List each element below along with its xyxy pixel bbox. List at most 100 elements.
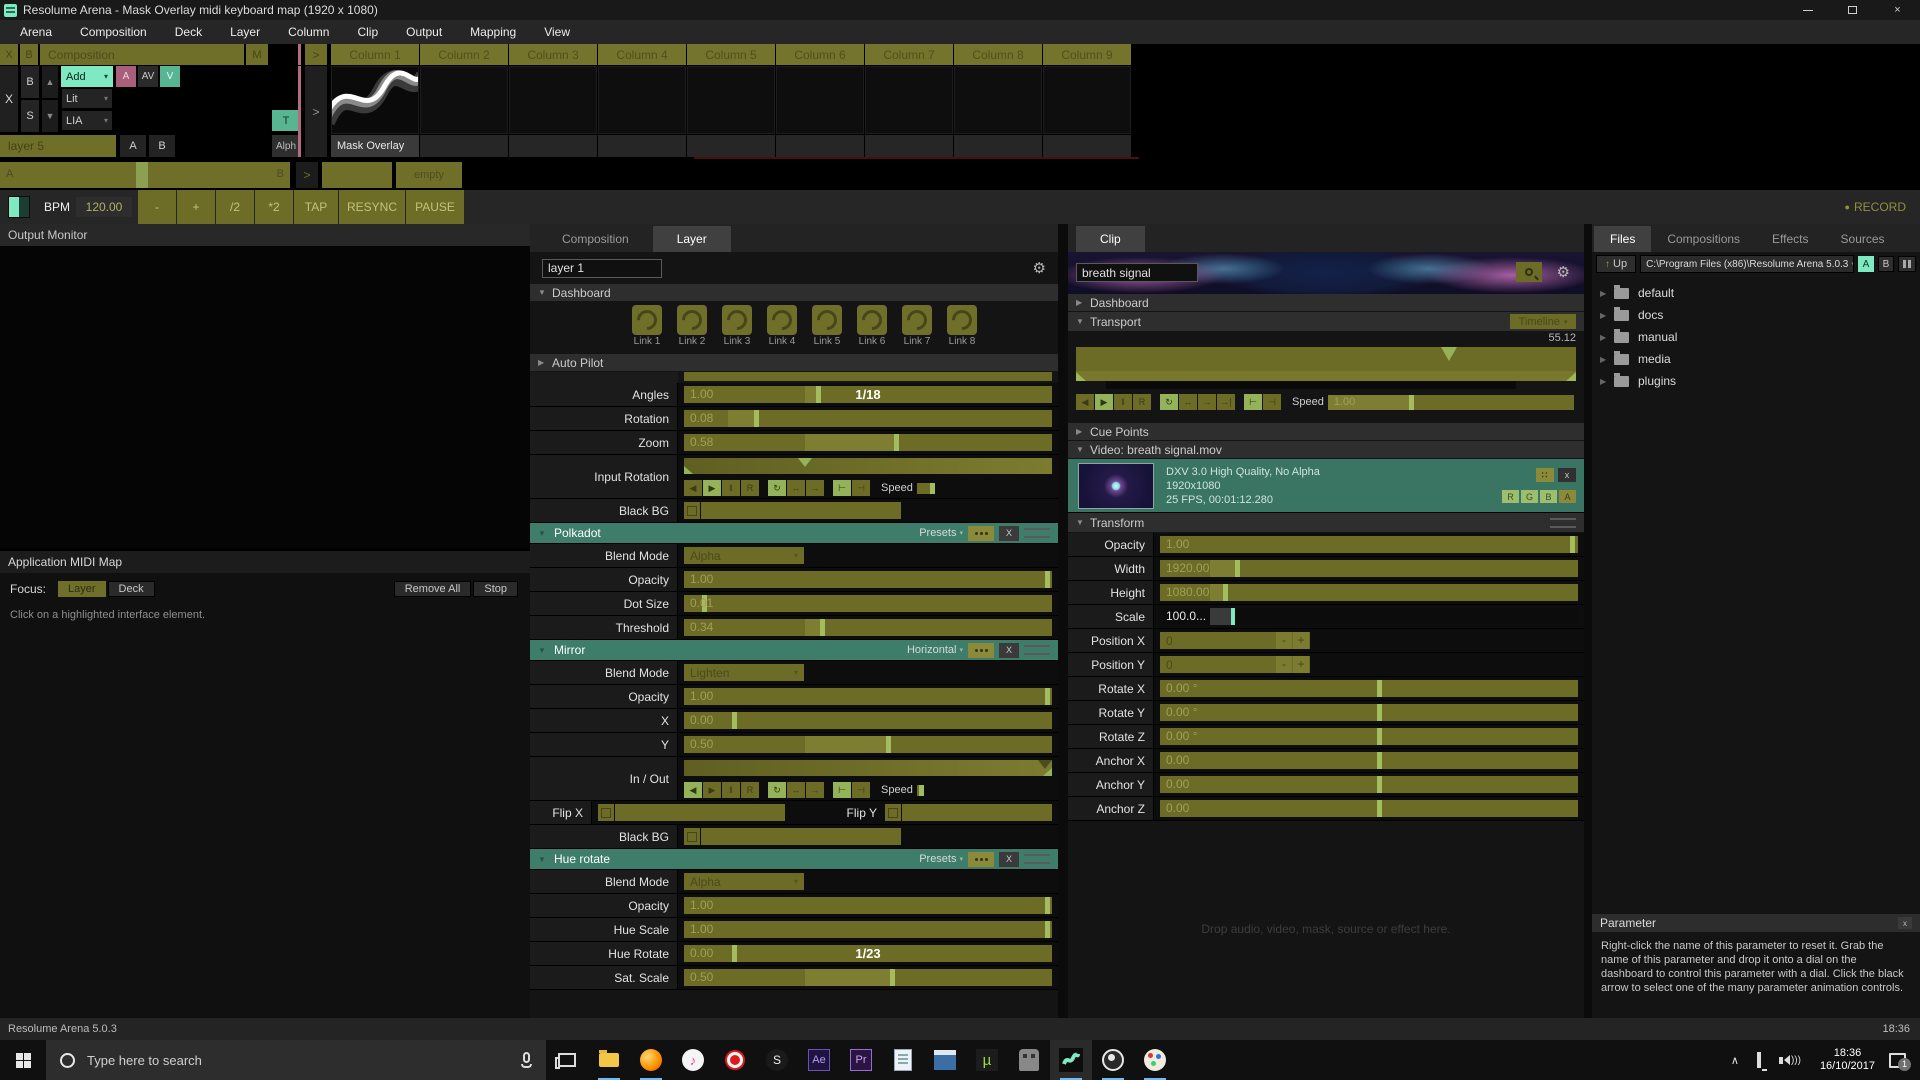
- chevron-right-icon[interactable]: ▶: [1600, 333, 1614, 342]
- column-header-4[interactable]: Column 4: [598, 44, 686, 65]
- close-button[interactable]: ×: [1875, 0, 1920, 20]
- loop-button[interactable]: ↻: [1160, 394, 1178, 410]
- tab-files[interactable]: Files: [1594, 226, 1651, 252]
- composition-b-button[interactable]: B: [20, 44, 38, 65]
- flip-x-checkbox[interactable]: [598, 804, 614, 821]
- presets-dropdown[interactable]: Presets▾: [919, 527, 963, 539]
- hue-rotate-slider[interactable]: 0.00 1/23: [684, 945, 1052, 962]
- tree-item-plugins[interactable]: ▶ plugins: [1592, 370, 1920, 392]
- opacity-slider[interactable]: 1.00: [684, 688, 1052, 705]
- maximize-button[interactable]: [1830, 0, 1875, 20]
- decrement-button[interactable]: -: [1276, 632, 1292, 649]
- cue-in-button[interactable]: ⊢: [1244, 394, 1262, 410]
- clip-slot-9[interactable]: [1043, 66, 1131, 157]
- focus-layer-button[interactable]: Layer: [58, 581, 106, 597]
- mirror-effect-header[interactable]: ▼ Mirror Horizontal▾ X: [530, 640, 1058, 661]
- taskbar-search[interactable]: Type here to search: [46, 1040, 546, 1080]
- black-bg-checkbox[interactable]: [684, 828, 700, 845]
- transport-pause-button[interactable]: ‖: [722, 782, 740, 798]
- search-button[interactable]: [1516, 262, 1542, 282]
- target-app-button[interactable]: [714, 1040, 756, 1080]
- layer-solo-button[interactable]: S: [21, 100, 39, 132]
- clip-slot-7[interactable]: [865, 66, 953, 157]
- channel-a-button[interactable]: A: [1559, 490, 1576, 503]
- channel-b-button[interactable]: B: [1540, 490, 1557, 503]
- video-section-header[interactable]: ▼ Video: breath signal.mov: [1068, 441, 1584, 458]
- notepad-button[interactable]: [882, 1040, 924, 1080]
- transport-back-button[interactable]: ◀: [1076, 394, 1094, 410]
- transport-random-button[interactable]: R: [741, 480, 759, 496]
- tab-effects[interactable]: Effects: [1756, 226, 1824, 252]
- transport-random-button[interactable]: R: [741, 782, 759, 798]
- anchor-z-slider[interactable]: 0.00: [1160, 800, 1578, 817]
- composition-x-button[interactable]: X: [0, 44, 18, 65]
- volume-icon[interactable]: ))): [1779, 1055, 1801, 1066]
- layer-lia-dropdown[interactable]: LIA ▾: [61, 110, 113, 131]
- input-rotation-timeline[interactable]: [684, 458, 1052, 474]
- position-x-field[interactable]: 0 - +: [1160, 632, 1310, 649]
- clip-slot-8[interactable]: [954, 66, 1042, 157]
- chevron-right-icon[interactable]: ▶: [1600, 377, 1614, 386]
- threshold-slider[interactable]: 0.34: [684, 619, 1052, 636]
- action-center-icon[interactable]: 1: [1889, 1053, 1906, 1068]
- gear-icon[interactable]: ⚙: [1033, 259, 1046, 277]
- menu-output[interactable]: Output: [392, 20, 456, 44]
- task-view-button[interactable]: [546, 1040, 588, 1080]
- dashboard-dial-3[interactable]: [722, 305, 752, 335]
- cue-out-button[interactable]: ⊣: [852, 782, 870, 798]
- layer-up-button[interactable]: ▲: [42, 66, 58, 98]
- blend-mode-dropdown[interactable]: Alpha▾: [684, 873, 804, 890]
- focus-deck-button[interactable]: Deck: [108, 581, 155, 597]
- menu-clip[interactable]: Clip: [343, 20, 392, 44]
- transport-pause-button[interactable]: ‖: [1114, 394, 1132, 410]
- dashboard-dial-4[interactable]: [767, 305, 797, 335]
- deck-b-button[interactable]: B: [1878, 256, 1894, 272]
- chevron-right-icon[interactable]: ▶: [1600, 355, 1614, 364]
- layer-video-button[interactable]: V: [160, 66, 180, 87]
- position-y-field[interactable]: 0 - +: [1160, 656, 1310, 673]
- tree-item-manual[interactable]: ▶ manual: [1592, 326, 1920, 348]
- polkadot-effect-header[interactable]: ▼ Polkadot Presets▾ X: [530, 523, 1058, 544]
- height-slider[interactable]: 1080.00: [1160, 584, 1578, 601]
- layer-av-button[interactable]: AV: [138, 66, 158, 87]
- media-app-button[interactable]: [924, 1040, 966, 1080]
- increment-button[interactable]: +: [1293, 632, 1309, 649]
- decrement-button[interactable]: -: [1276, 656, 1292, 673]
- dashboard-dial-1[interactable]: [632, 305, 662, 335]
- speed-slider[interactable]: [917, 483, 1050, 494]
- layer-lit-dropdown[interactable]: Lit ▾: [61, 88, 113, 109]
- bpm-plus-button[interactable]: +: [177, 190, 215, 224]
- stop-button[interactable]: Stop: [473, 581, 518, 597]
- transport-random-button[interactable]: R: [1133, 394, 1151, 410]
- view-mode-icon[interactable]: [1898, 256, 1916, 272]
- tap-button[interactable]: TAP: [294, 190, 338, 224]
- clip-name[interactable]: Mask Overlay: [331, 135, 419, 157]
- tab-sources[interactable]: Sources: [1825, 226, 1901, 252]
- clip-dashboard-header[interactable]: ▶ Dashboard: [1068, 294, 1584, 311]
- tree-item-docs[interactable]: ▶ docs: [1592, 304, 1920, 326]
- menu-deck[interactable]: Deck: [161, 20, 216, 44]
- clip-slot-2[interactable]: [420, 66, 508, 157]
- bounce-button[interactable]: ↔: [1179, 394, 1197, 410]
- drag-handle[interactable]: [1550, 518, 1576, 528]
- file-explorer-button[interactable]: [588, 1040, 630, 1080]
- layer-audio-button[interactable]: A: [116, 66, 136, 87]
- crossfader-arrow[interactable]: >: [296, 162, 318, 188]
- composition-label[interactable]: Composition: [40, 44, 244, 65]
- dot-size-slider[interactable]: 0.01: [684, 595, 1052, 612]
- timeline-mode-dropdown[interactable]: Timeline▾: [1510, 314, 1576, 329]
- crossfader-empty-slot[interactable]: empty: [396, 162, 462, 188]
- clip-thumbnail[interactable]: [331, 66, 419, 134]
- loop-button[interactable]: ↻: [768, 782, 786, 798]
- bounce-button[interactable]: ↔: [787, 480, 805, 496]
- remove-effect-button[interactable]: X: [999, 852, 1019, 867]
- menu-arena[interactable]: Arena: [6, 20, 66, 44]
- dashboard-dial-7[interactable]: [902, 305, 932, 335]
- mirror-mode-dropdown[interactable]: Horizontal▾: [907, 644, 963, 656]
- loop-button[interactable]: ↻: [768, 480, 786, 496]
- layer-bypass-button[interactable]: B: [21, 66, 39, 98]
- remove-effect-button[interactable]: X: [999, 526, 1019, 541]
- close-icon[interactable]: x: [1898, 917, 1912, 929]
- column-arrow-button[interactable]: >: [305, 44, 327, 65]
- chevron-right-icon[interactable]: ▶: [1600, 311, 1614, 320]
